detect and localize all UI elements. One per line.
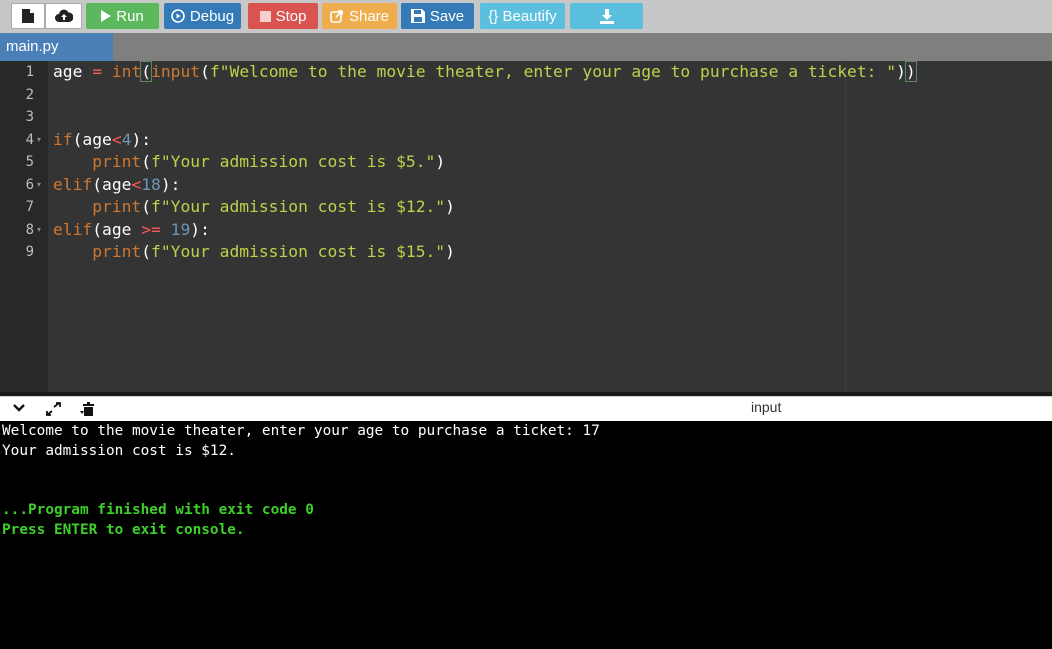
run-label: Run <box>116 7 144 25</box>
code-line: elif(age >= 19): <box>53 219 210 239</box>
upload-icon <box>54 9 73 22</box>
line-number: 4 <box>25 131 34 148</box>
line-number: 8 <box>25 221 34 238</box>
code-line: print(f"Your admission cost is $5.") <box>92 152 446 171</box>
stop-button[interactable]: Stop <box>248 3 318 29</box>
line-number: 3 <box>25 109 34 125</box>
exit-status-line: ...Program finished with exit code 0 <box>2 502 314 518</box>
debug-icon <box>171 9 185 23</box>
line-number: 1 <box>25 64 34 80</box>
save-label: Save <box>429 7 465 25</box>
console-header: input <box>0 396 1052 421</box>
open-file-button[interactable] <box>45 3 82 29</box>
fold-arrow-icon[interactable]: ▾ <box>37 219 45 241</box>
console-line: Welcome to the movie theater, enter your… <box>2 423 600 439</box>
code-line: age = int(input(f"Welcome to the movie t… <box>53 61 917 82</box>
code-line: print(f"Your admission cost is $12.") <box>92 197 455 216</box>
toolbar: Run Debug Stop Share Save {} Beautify <box>0 0 1052 33</box>
new-file-icon <box>22 9 34 23</box>
console-line: Your admission cost is $12. <box>2 443 236 459</box>
code-line: if(age<4): <box>53 129 152 149</box>
share-icon <box>330 10 343 23</box>
debug-button[interactable]: Debug <box>164 3 241 29</box>
save-button[interactable]: Save <box>401 3 474 29</box>
expand-icon[interactable] <box>44 401 62 422</box>
share-button[interactable]: Share <box>322 3 397 29</box>
line-number: 2 <box>25 86 34 103</box>
beautify-label: {} Beautify <box>488 7 557 25</box>
file-tab-bar: main.py <box>0 33 1052 61</box>
code-line: elif(age<18): <box>53 174 181 194</box>
line-number: 7 <box>25 199 34 215</box>
print-margin <box>845 61 846 392</box>
download-button[interactable] <box>570 3 643 29</box>
code-line: print(f"Your admission cost is $15.") <box>92 242 455 261</box>
collapse-chevron-icon[interactable] <box>12 401 26 420</box>
fold-arrow-icon[interactable]: ▾ <box>37 129 45 151</box>
new-file-button[interactable] <box>11 3 45 29</box>
share-label: Share <box>348 7 390 25</box>
line-number: 5 <box>25 154 34 170</box>
tab-filename: main.py <box>6 38 59 55</box>
tab-main-py[interactable]: main.py <box>0 33 113 61</box>
save-icon <box>410 9 425 23</box>
console-mode-label: input <box>751 399 782 415</box>
play-icon <box>101 10 112 22</box>
fold-arrow-icon[interactable]: ▾ <box>37 174 45 196</box>
debug-label: Debug <box>189 7 235 25</box>
beautify-button[interactable]: {} Beautify <box>480 3 565 29</box>
code-editor[interactable]: 1 2 3 4 ▾ 5 6 ▾ 7 8 ▾ 9 age = int(input(f"Welcome t… <box>0 61 1052 392</box>
press-enter-line: Press ENTER to exit console. <box>2 522 245 538</box>
line-number: 9 <box>25 244 34 260</box>
clear-console-icon[interactable] <box>80 401 96 422</box>
stop-icon <box>259 10 271 22</box>
line-number-gutter: 1 2 3 4 ▾ 5 6 ▾ 7 8 ▾ 9 <box>0 61 48 392</box>
console-output[interactable]: Welcome to the movie theater, enter your… <box>0 421 1052 649</box>
run-button[interactable]: Run <box>86 3 159 29</box>
download-icon <box>599 8 614 24</box>
line-number: 6 <box>25 176 34 193</box>
stop-label: Stop <box>275 7 307 25</box>
